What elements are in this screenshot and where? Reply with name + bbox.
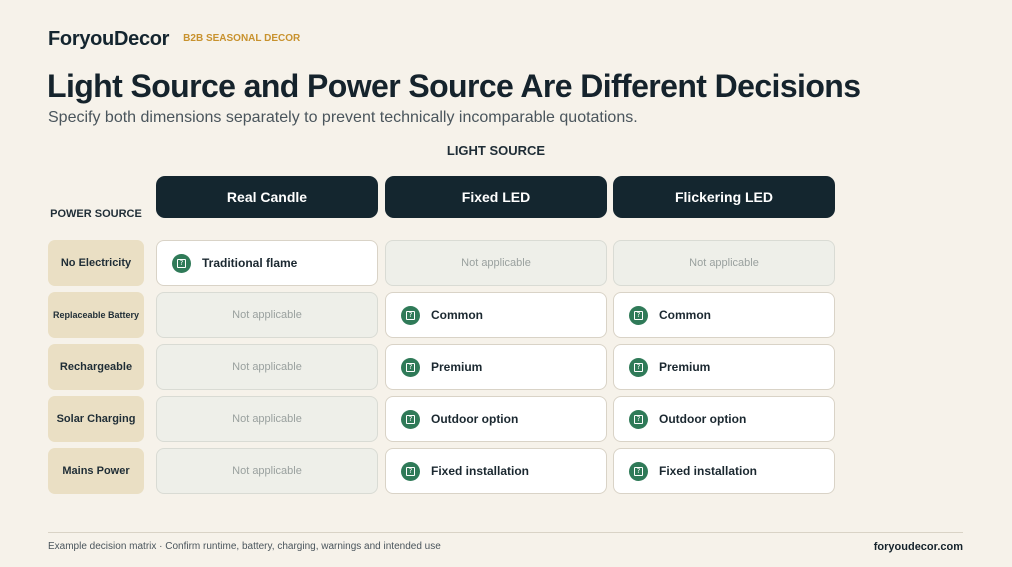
matrix-cell-not-applicable: Not applicable: [156, 292, 378, 338]
cell-label: Outdoor option: [659, 412, 747, 426]
matrix-cell-applicable: ? Outdoor option: [385, 396, 607, 442]
row-header: Rechargeable: [48, 344, 144, 390]
row-header: No Electricity: [48, 240, 144, 286]
brand-row: ForyouDecor B2B SEASONAL DECOR: [48, 28, 300, 51]
page-title: Light Source and Power Source Are Differ…: [47, 68, 861, 104]
cell-label: Not applicable: [689, 257, 759, 269]
footer-note: Example decision matrix · Confirm runtim…: [48, 541, 441, 552]
check-icon: ?: [401, 461, 420, 481]
footer-divider: [48, 532, 963, 533]
matrix-cell-applicable: ? Fixed installation: [613, 448, 835, 494]
matrix-cell-applicable: ? Premium: [613, 344, 835, 390]
matrix-cell-applicable: ? Common: [385, 292, 607, 338]
check-icon: ?: [172, 253, 191, 273]
column-header: Flickering LED: [613, 176, 835, 218]
check-icon: ?: [401, 305, 420, 325]
cell-label: Fixed installation: [659, 464, 758, 478]
matrix-cell-applicable: ? Outdoor option: [613, 396, 835, 442]
light-source-axis-label: LIGHT SOURCE: [446, 143, 546, 158]
check-glyph: ?: [406, 310, 415, 320]
check-icon: ?: [401, 409, 420, 429]
cell-label: Not applicable: [232, 309, 302, 321]
matrix-cell-not-applicable: Not applicable: [156, 344, 378, 390]
column-header: Real Candle: [156, 176, 378, 218]
check-glyph: ?: [634, 414, 643, 424]
cell-label: Premium: [659, 360, 711, 374]
brand-logo: ForyouDecor: [48, 28, 170, 50]
check-glyph: ?: [406, 466, 415, 476]
category-tag: B2B SEASONAL DECOR: [183, 33, 301, 44]
matrix-cell-applicable: ? Common: [613, 292, 835, 338]
row-header: Replaceable Battery: [48, 292, 144, 338]
check-glyph: ?: [634, 466, 643, 476]
check-icon: ?: [629, 461, 648, 481]
check-icon: ?: [401, 357, 420, 377]
matrix-cell-applicable: ? Premium: [385, 344, 607, 390]
cell-label: Premium: [431, 360, 483, 374]
cell-label: Not applicable: [232, 361, 302, 373]
cell-label: Not applicable: [461, 257, 531, 269]
matrix-cell-not-applicable: Not applicable: [156, 448, 378, 494]
cell-label: Common: [431, 308, 483, 322]
cell-label: Not applicable: [232, 413, 302, 425]
check-icon: ?: [629, 357, 648, 377]
check-glyph: ?: [634, 310, 643, 320]
check-glyph: ?: [406, 362, 415, 372]
matrix-cell-not-applicable: Not applicable: [156, 396, 378, 442]
check-glyph: ?: [634, 362, 643, 372]
column-header: Fixed LED: [385, 176, 607, 218]
cell-label: Outdoor option: [431, 412, 519, 426]
matrix-cell-applicable: ? Traditional flame: [156, 240, 378, 286]
cell-label: Not applicable: [232, 465, 302, 477]
power-source-axis-label: POWER SOURCE: [50, 208, 142, 220]
footer-site-link[interactable]: foryoudecor.com: [874, 541, 963, 553]
cell-label: Common: [659, 308, 711, 322]
page-subtitle: Specify both dimensions separately to pr…: [48, 109, 638, 126]
row-header: Solar Charging: [48, 396, 144, 442]
check-glyph: ?: [177, 258, 186, 268]
check-icon: ?: [629, 409, 648, 429]
check-icon: ?: [629, 305, 648, 325]
matrix-cell-not-applicable: Not applicable: [385, 240, 607, 286]
row-header: Mains Power: [48, 448, 144, 494]
cell-label: Traditional flame: [202, 256, 298, 270]
matrix-cell-not-applicable: Not applicable: [613, 240, 835, 286]
check-glyph: ?: [406, 414, 415, 424]
matrix-cell-applicable: ? Fixed installation: [385, 448, 607, 494]
cell-label: Fixed installation: [431, 464, 530, 478]
